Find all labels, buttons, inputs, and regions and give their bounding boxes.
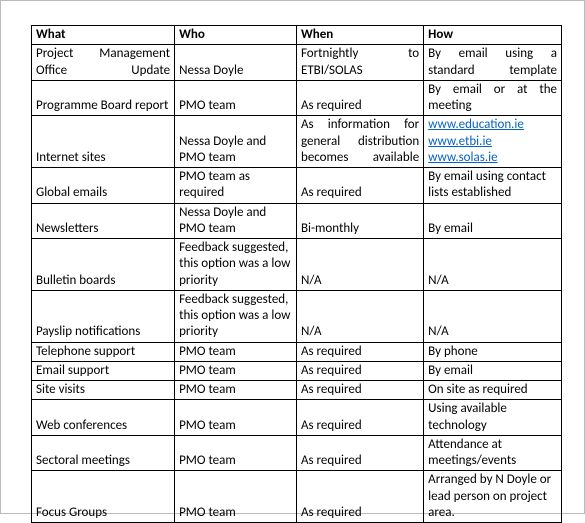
table-row: Payslip notifications Feedback suggested… bbox=[32, 290, 562, 342]
cell-when: Fortnightly to ETBI/SOLAS bbox=[296, 45, 423, 81]
cell-when: As required bbox=[296, 400, 423, 436]
cell-how: Arranged by N Doyle or lead person on pr… bbox=[424, 471, 562, 523]
cell-what: Telephone support bbox=[32, 342, 175, 361]
cell-what: Global emails bbox=[32, 168, 175, 204]
header-who: Who bbox=[175, 26, 297, 45]
table-row: Programme Board report PMO team As requi… bbox=[32, 80, 562, 116]
cell-who: Nessa Doyle bbox=[175, 45, 297, 81]
cell-what: Focus Groups bbox=[32, 471, 175, 523]
cell-what: Internet sites bbox=[32, 116, 175, 168]
header-row: What Who When How bbox=[32, 26, 562, 45]
link[interactable]: www.education.ie bbox=[428, 117, 524, 132]
cell-who: PMO team bbox=[175, 361, 297, 380]
cell-when: N/A bbox=[296, 239, 423, 291]
cell-who: PMO team as required bbox=[175, 168, 297, 204]
cell-what: Bulletin boards bbox=[32, 239, 175, 291]
table-row: Web conferences PMO team As required Usi… bbox=[32, 400, 562, 436]
cell-how: By phone bbox=[424, 342, 562, 361]
cell-who: Nessa Doyle and PMO team bbox=[175, 203, 297, 239]
table-row: Sectoral meetings PMO team As required A… bbox=[32, 435, 562, 471]
table-row: Email support PMO team As required By em… bbox=[32, 361, 562, 380]
cell-who: PMO team bbox=[175, 471, 297, 523]
cell-when: As required bbox=[296, 435, 423, 471]
cell-who: PMO team bbox=[175, 435, 297, 471]
cell-who: PMO team bbox=[175, 342, 297, 361]
cell-how: N/A bbox=[424, 290, 562, 342]
link[interactable]: www.solas.ie bbox=[428, 150, 497, 165]
cell-when: N/A bbox=[296, 290, 423, 342]
cell-what: Programme Board report bbox=[32, 80, 175, 116]
cell-how: By email or at the meeting bbox=[424, 80, 562, 116]
cell-how-links: www.education.ie www.etbi.ie www.solas.i… bbox=[424, 116, 562, 168]
table-row: Internet sites Nessa Doyle and PMO team … bbox=[32, 116, 562, 168]
cell-when: As information for general distribution … bbox=[296, 116, 423, 168]
cell-who: PMO team bbox=[175, 400, 297, 436]
table-row: Bulletin boards Feedback suggested, this… bbox=[32, 239, 562, 291]
cell-when: As required bbox=[296, 471, 423, 523]
cell-when: As required bbox=[296, 342, 423, 361]
table-row: Newsletters Nessa Doyle and PMO team Bi-… bbox=[32, 203, 562, 239]
cell-who: Nessa Doyle and PMO team bbox=[175, 116, 297, 168]
table-row: Site visits PMO team As required On site… bbox=[32, 381, 562, 400]
header-when: When bbox=[296, 26, 423, 45]
cell-what: Email support bbox=[32, 361, 175, 380]
cell-how: On site as required bbox=[424, 381, 562, 400]
cell-who: PMO team bbox=[175, 381, 297, 400]
cell-when: As required bbox=[296, 168, 423, 204]
cell-how: N/A bbox=[424, 239, 562, 291]
cell-when: As required bbox=[296, 381, 423, 400]
cell-who: PMO team bbox=[175, 80, 297, 116]
link[interactable]: www.etbi.ie bbox=[428, 134, 492, 149]
cell-how: By email bbox=[424, 203, 562, 239]
cell-what: Site visits bbox=[32, 381, 175, 400]
cell-when: Bi-monthly bbox=[296, 203, 423, 239]
table-row: Global emails PMO team as required As re… bbox=[32, 168, 562, 204]
table-row: Telephone support PMO team As required B… bbox=[32, 342, 562, 361]
header-how: How bbox=[424, 26, 562, 45]
cell-how: By email bbox=[424, 361, 562, 380]
document-page: What Who When How Project Management Off… bbox=[0, 0, 585, 514]
cell-when: As required bbox=[296, 80, 423, 116]
table-row: Focus Groups PMO team As required Arrang… bbox=[32, 471, 562, 523]
cell-what: Web conferences bbox=[32, 400, 175, 436]
cell-what: Newsletters bbox=[32, 203, 175, 239]
cell-who: Feedback suggested, this option was a lo… bbox=[175, 239, 297, 291]
comms-table: What Who When How Project Management Off… bbox=[31, 25, 562, 523]
header-what: What bbox=[32, 26, 175, 45]
cell-how: Using available technology bbox=[424, 400, 562, 436]
table-row: Project Management Office Update Nessa D… bbox=[32, 45, 562, 81]
cell-how: Attendance at meetings/events bbox=[424, 435, 562, 471]
cell-how: By email using contact lists established bbox=[424, 168, 562, 204]
cell-who: Feedback suggested, this option was a lo… bbox=[175, 290, 297, 342]
cell-how: By email using a standard template bbox=[424, 45, 562, 81]
cell-what: Sectoral meetings bbox=[32, 435, 175, 471]
cell-when: As required bbox=[296, 361, 423, 380]
cell-what: Project Management Office Update bbox=[32, 45, 175, 81]
cell-what: Payslip notifications bbox=[32, 290, 175, 342]
